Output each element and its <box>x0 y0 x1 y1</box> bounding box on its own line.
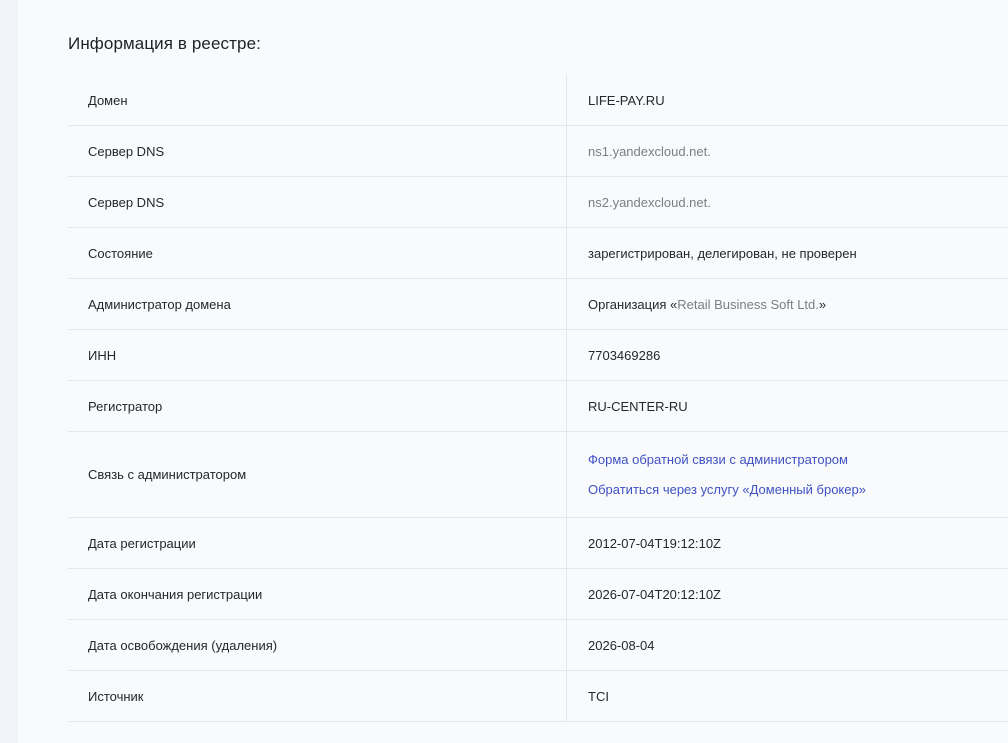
dns-1-value: ns1.yandexcloud.net. <box>588 143 711 159</box>
admin-label: Администратор домена <box>68 279 567 329</box>
state-value: зарегистрирован, делегирован, не провере… <box>588 245 857 261</box>
inn-label: ИНН <box>68 330 567 380</box>
table-row-inn: ИНН 7703469286 <box>68 330 1008 381</box>
domain-broker-link[interactable]: Обратиться через услугу «Доменный брокер… <box>588 475 1008 505</box>
release-value: 2026-08-04 <box>588 637 655 653</box>
admin-prefix: Организация « <box>588 296 678 312</box>
expires-label: Дата окончания регистрации <box>68 569 567 619</box>
section-title: Информация в реестре: <box>68 34 261 53</box>
table-row-contact: Связь с администратором Форма обратной с… <box>68 432 1008 518</box>
table-row-release: Дата освобождения (удаления) 2026-08-04 <box>68 620 1008 671</box>
table-row-expires: Дата окончания регистрации 2026-07-04T20… <box>68 569 1008 620</box>
state-label: Состояние <box>68 228 567 278</box>
registry-info-panel: Информация в реестре: Домен LIFE-PAY.RU … <box>18 0 1008 743</box>
created-label: Дата регистрации <box>68 518 567 568</box>
table-row-registrar: Регистратор RU-CENTER-RU <box>68 381 1008 432</box>
registry-table: Домен LIFE-PAY.RU Сервер DNS ns1.yandexc… <box>68 75 1008 722</box>
domain-label: Домен <box>68 75 567 125</box>
dns-2-label: Сервер DNS <box>68 177 567 227</box>
table-row-state: Состояние зарегистрирован, делегирован, … <box>68 228 1008 279</box>
source-label: Источник <box>68 671 567 721</box>
table-row-source: Источник TCI <box>68 671 1008 722</box>
table-row-domain: Домен LIFE-PAY.RU <box>68 75 1008 126</box>
source-value: TCI <box>588 688 609 704</box>
registrar-value: RU-CENTER-RU <box>588 398 688 414</box>
admin-suffix: » <box>818 296 827 312</box>
table-row-created: Дата регистрации 2012-07-04T19:12:10Z <box>68 518 1008 569</box>
registrar-label: Регистратор <box>68 381 567 431</box>
admin-org-name: Retail Business Soft Ltd. <box>677 296 819 312</box>
admin-value: Организация «Retail Business Soft Ltd.» <box>567 279 1008 329</box>
dns-2-value: ns2.yandexcloud.net. <box>588 194 711 210</box>
dns-1-label: Сервер DNS <box>68 126 567 176</box>
table-row-dns-1: Сервер DNS ns1.yandexcloud.net. <box>68 126 1008 177</box>
contact-label: Связь с администратором <box>68 432 567 517</box>
inn-value: 7703469286 <box>588 347 661 363</box>
domain-value: LIFE-PAY.RU <box>588 92 665 108</box>
table-row-admin: Администратор домена Организация «Retail… <box>68 279 1008 330</box>
created-value: 2012-07-04T19:12:10Z <box>588 535 721 551</box>
release-label: Дата освобождения (удаления) <box>68 620 567 670</box>
feedback-form-link[interactable]: Форма обратной связи с администратором <box>588 445 1008 475</box>
table-row-dns-2: Сервер DNS ns2.yandexcloud.net. <box>68 177 1008 228</box>
contact-links: Форма обратной связи с администратором О… <box>567 432 1008 517</box>
expires-value: 2026-07-04T20:12:10Z <box>588 586 721 602</box>
